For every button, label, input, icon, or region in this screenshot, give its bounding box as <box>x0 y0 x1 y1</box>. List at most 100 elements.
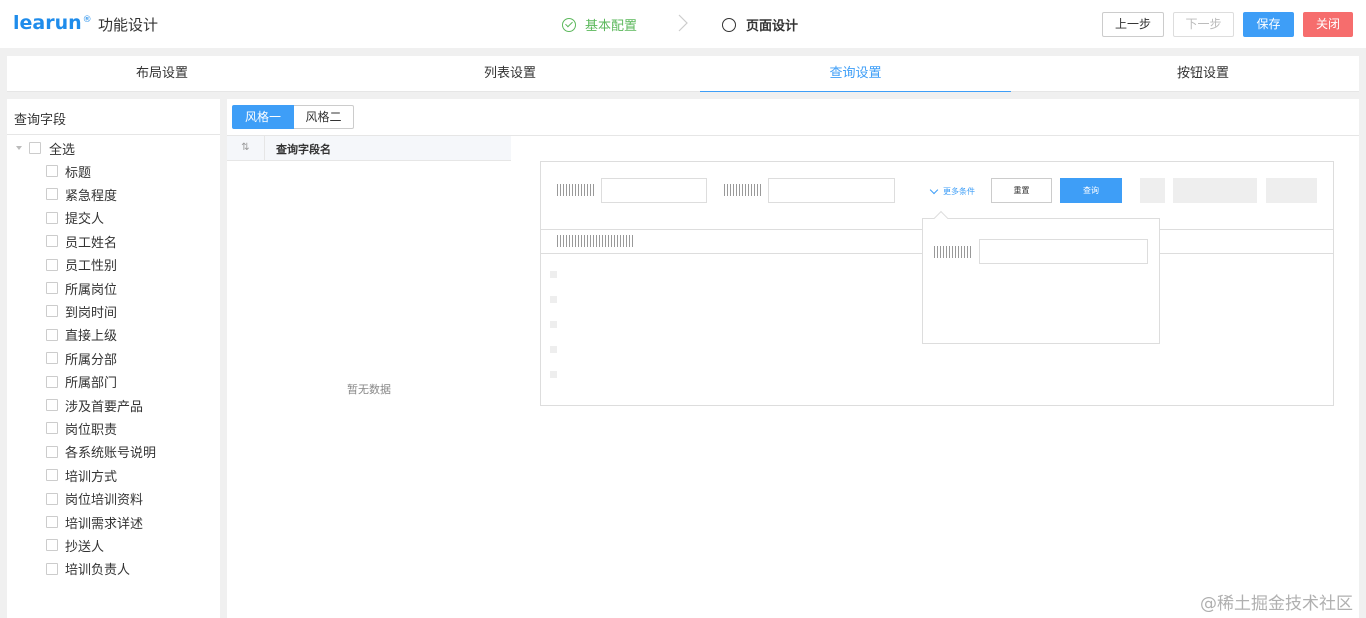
empty-text: 暂无数据 <box>347 383 391 396</box>
field-item[interactable]: 到岗时间 <box>46 303 118 321</box>
style-one-button[interactable]: 风格一 <box>232 105 294 129</box>
preview-reset-button[interactable]: 重置 <box>991 178 1052 203</box>
next-step-button[interactable]: 下一步 <box>1173 12 1234 37</box>
field-checkbox[interactable] <box>46 516 58 528</box>
field-label: 到岗时间 <box>65 305 118 321</box>
check-circle-icon <box>562 17 576 32</box>
field-checkbox[interactable] <box>46 422 58 435</box>
placeholder-label <box>724 184 762 196</box>
circle-icon <box>722 17 736 32</box>
table-header: ⇅ 查询字段名 <box>227 136 511 161</box>
placeholder-button <box>1140 178 1165 203</box>
field-checkbox[interactable] <box>46 539 58 552</box>
field-checkbox[interactable] <box>46 445 58 458</box>
field-item[interactable]: 提交人 <box>46 210 105 228</box>
field-item[interactable]: 岗位培训资料 <box>46 491 144 509</box>
field-checkbox[interactable] <box>46 492 58 505</box>
caret-down-icon[interactable] <box>16 146 22 150</box>
field-item[interactable]: 标题 <box>46 163 91 181</box>
field-checkbox[interactable] <box>46 211 58 224</box>
settings-tabs: 布局设置 列表设置 查询设置 按钮设置 <box>7 56 1359 92</box>
select-all-label: 全选 <box>49 142 76 158</box>
field-label: 涉及首要产品 <box>65 399 144 415</box>
field-item[interactable]: 各系统账号说明 <box>46 444 157 462</box>
field-item[interactable]: 涉及首要产品 <box>46 397 144 415</box>
field-item[interactable]: 抄送人 <box>46 537 105 555</box>
prev-step-button[interactable]: 上一步 <box>1102 12 1164 37</box>
panel-title: 查询字段 <box>14 113 67 128</box>
field-item[interactable]: 培训负责人 <box>46 561 131 579</box>
query-field-panel: 查询字段 全选 标题紧急程度提交人员工姓名员工性别所属岗位到岗时间直接上级所属分… <box>7 99 220 618</box>
field-item[interactable]: 所属分部 <box>46 350 117 368</box>
field-checkbox[interactable] <box>46 328 58 341</box>
column-header: 查询字段名 <box>276 143 331 156</box>
step-basic-config[interactable]: 基本配置 <box>562 15 637 34</box>
field-checkbox[interactable] <box>46 352 58 365</box>
field-label: 培训需求详述 <box>65 516 144 532</box>
query-settings-main: 风格一 风格二 ⇅ 查询字段名 暂无数据 更多条件 重置 查询 <box>227 99 1359 618</box>
field-checkbox[interactable] <box>46 258 58 271</box>
field-label: 提交人 <box>65 212 105 228</box>
tab-layout[interactable]: 布局设置 <box>7 56 317 92</box>
placeholder-column <box>557 235 633 247</box>
style-two-button[interactable]: 风格二 <box>294 105 354 129</box>
field-label: 所属岗位 <box>65 282 118 298</box>
field-label: 岗位职责 <box>65 422 118 438</box>
field-item[interactable]: 培训方式 <box>46 467 117 485</box>
select-all-node[interactable]: 全选 <box>15 140 76 158</box>
field-item[interactable]: 所属岗位 <box>46 280 118 298</box>
placeholder-label <box>557 184 595 196</box>
field-checkbox[interactable] <box>46 399 58 411</box>
preview-input <box>979 239 1148 264</box>
step-label: 页面设计 <box>746 19 799 34</box>
field-item[interactable]: 所属部门 <box>46 374 118 392</box>
field-item[interactable]: 培训需求详述 <box>46 514 144 532</box>
tab-buttons[interactable]: 按钮设置 <box>1047 56 1359 92</box>
sort-icon[interactable]: ⇅ <box>227 136 265 160</box>
field-checkbox[interactable] <box>46 235 58 248</box>
preview-query-button[interactable]: 查询 <box>1060 178 1122 203</box>
field-label: 抄送人 <box>65 539 105 555</box>
field-label: 各系统账号说明 <box>65 446 157 462</box>
field-checkbox[interactable] <box>46 375 58 388</box>
query-preview: 更多条件 重置 查询 <box>540 161 1334 406</box>
field-checkbox[interactable] <box>46 282 58 294</box>
field-label: 岗位培训资料 <box>65 493 144 509</box>
more-conditions-label: 更多条件 <box>943 187 975 196</box>
more-conditions-popover <box>922 210 1160 344</box>
chevron-down-icon <box>929 185 939 195</box>
placeholder-button <box>1266 178 1317 203</box>
field-item[interactable]: 岗位职责 <box>46 420 118 438</box>
field-checkbox[interactable] <box>46 305 58 318</box>
style-switch: 风格一 风格二 <box>232 105 354 129</box>
field-item[interactable]: 员工姓名 <box>46 233 118 251</box>
tab-query[interactable]: 查询设置 <box>700 56 1011 92</box>
field-label: 所属部门 <box>65 376 118 392</box>
save-button[interactable]: 保存 <box>1243 12 1294 37</box>
field-item[interactable]: 员工性别 <box>46 257 117 274</box>
placeholder-row <box>550 296 557 303</box>
tab-list[interactable]: 列表设置 <box>355 56 665 92</box>
field-label: 员工姓名 <box>65 235 118 251</box>
logo: learun® <box>13 12 92 34</box>
more-conditions-link[interactable]: 更多条件 <box>929 185 975 197</box>
chevron-right-icon <box>678 14 688 32</box>
popover-arrow <box>933 210 949 226</box>
field-label: 紧急程度 <box>65 188 118 204</box>
placeholder-row <box>550 271 557 278</box>
field-checkbox[interactable] <box>46 188 58 201</box>
field-checkbox[interactable] <box>46 469 58 482</box>
preview-input <box>601 178 707 203</box>
watermark: @稀土掘金技术社区 <box>1200 594 1353 614</box>
field-checkbox[interactable] <box>46 165 58 177</box>
field-label: 培训负责人 <box>65 563 131 579</box>
field-item[interactable]: 紧急程度 <box>46 186 118 204</box>
placeholder-row <box>550 321 557 328</box>
select-all-checkbox[interactable] <box>29 142 41 154</box>
close-button[interactable]: 关闭 <box>1303 12 1353 37</box>
field-item[interactable]: 直接上级 <box>46 327 117 344</box>
step-page-design[interactable]: 页面设计 <box>722 15 798 34</box>
page-title: 功能设计 <box>98 16 159 34</box>
placeholder-label <box>934 246 972 258</box>
field-checkbox[interactable] <box>46 562 58 575</box>
